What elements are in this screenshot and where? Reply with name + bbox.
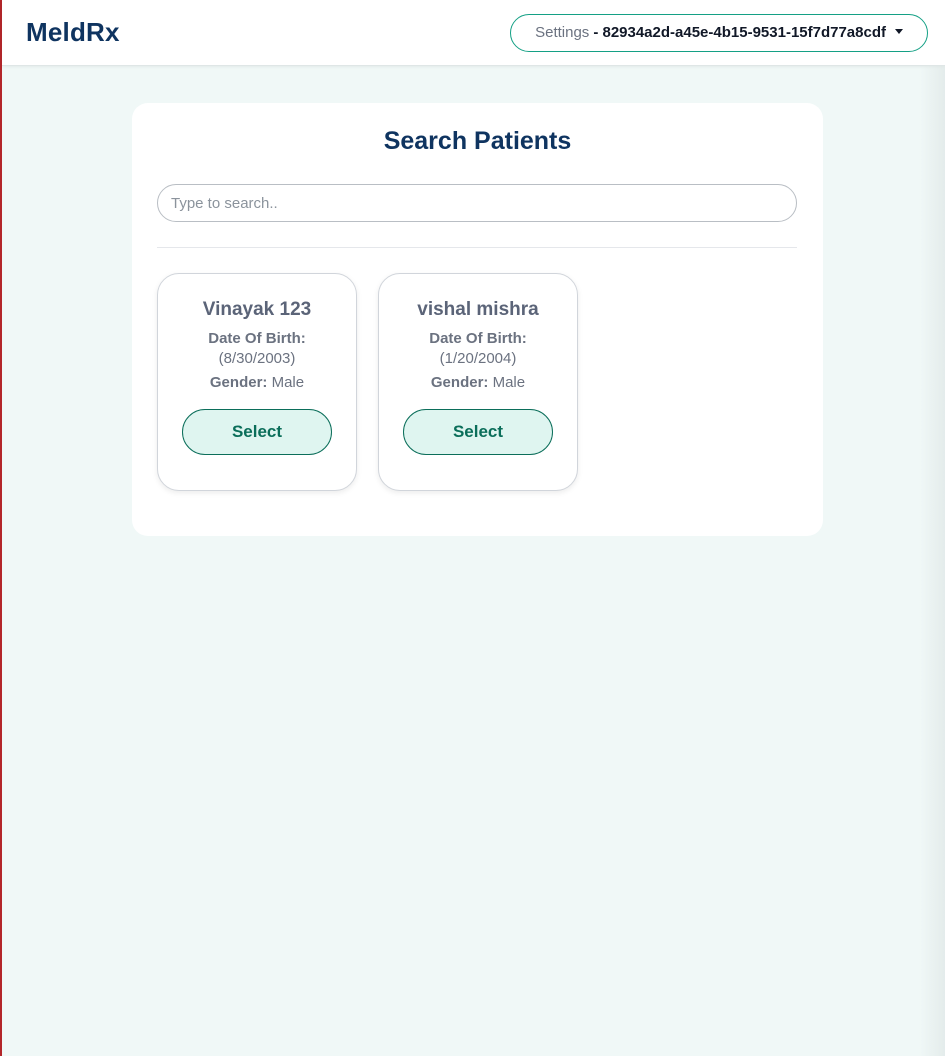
top-navbar: MeldRx Settings - 82934a2d-a45e-4b15-953… [2,0,945,66]
search-patients-panel: Search Patients Vinayak 123 Date Of Birt… [132,103,823,536]
settings-id: - 82934a2d-a45e-4b15-9531-15f7d77a8cdf [593,24,886,41]
page-title: Search Patients [383,127,572,155]
dob-value: (8/30/2003) [218,350,296,367]
patient-name: vishal mishra [417,299,539,320]
search-input[interactable] [157,184,797,222]
gender-label: Gender: [430,374,489,391]
dob-label: Date Of Birth: [429,330,527,347]
right-edge-shadow [919,66,945,1056]
dob-label: Date Of Birth: [208,330,306,347]
divider [157,247,797,248]
gender-row: Gender: Male [210,374,304,394]
select-patient-button[interactable]: Select [403,409,553,455]
gender-row: Gender: Male [431,374,525,394]
patient-card: Vinayak 123 Date Of Birth: (8/30/2003) G… [157,273,357,491]
gender-value: Male [271,374,305,391]
settings-label: Settings [535,24,590,41]
settings-dropdown-button[interactable]: Settings - 82934a2d-a45e-4b15-9531-15f7d… [510,13,928,52]
patient-card-list: Vinayak 123 Date Of Birth: (8/30/2003) G… [157,273,798,491]
dob-value: (1/20/2004) [439,350,517,367]
brand-logo[interactable]: MeldRx [26,17,120,48]
chevron-down-icon [895,29,903,34]
select-patient-button[interactable]: Select [182,409,332,455]
gender-label: Gender: [209,374,268,391]
gender-value: Male [492,374,526,391]
patient-card: vishal mishra Date Of Birth: (1/20/2004)… [378,273,578,491]
patient-name: Vinayak 123 [202,299,312,320]
